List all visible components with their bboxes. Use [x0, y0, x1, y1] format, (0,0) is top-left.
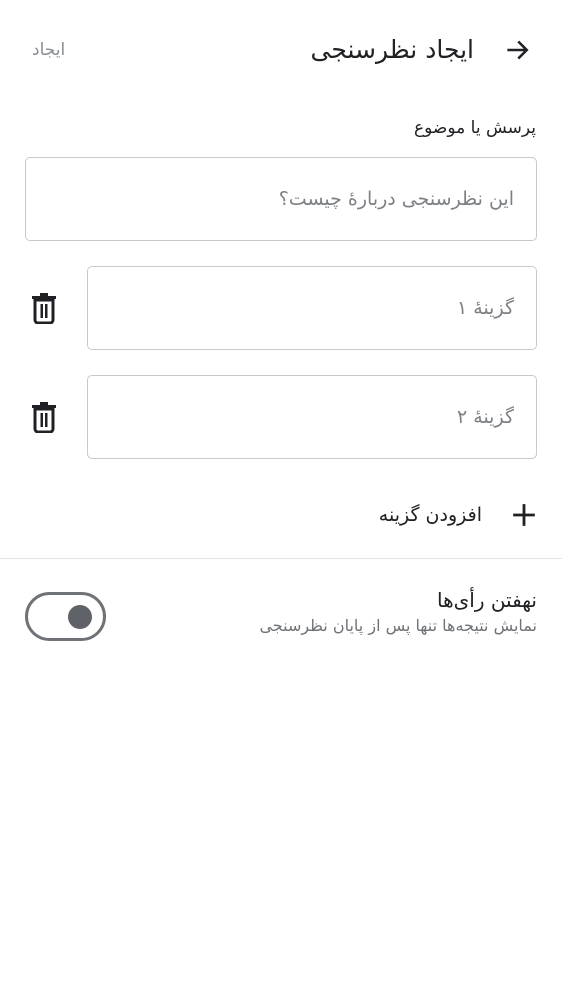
hide-votes-setting: نهفتن رأی‌ها نمایش نتیجه‌ها تنها پس از پ…	[259, 586, 537, 638]
toggle-knob	[68, 604, 92, 629]
option-2-input[interactable]	[87, 375, 537, 459]
app-bar: ایجاد نظرسنجی ایجاد	[0, 0, 562, 100]
hide-votes-title: نهفتن رأی‌ها	[436, 588, 537, 612]
hide-votes-toggle[interactable]	[25, 592, 106, 641]
delete-option-1-button[interactable]	[26, 290, 62, 326]
arrow-right-icon	[507, 40, 529, 60]
delete-option-2-button[interactable]	[26, 399, 62, 435]
question-input[interactable]	[25, 157, 537, 241]
option-1-input[interactable]	[87, 266, 537, 350]
hide-votes-subtitle: نمایش نتیجه‌ها تنها پس از پایان نظرسنجی	[259, 616, 537, 635]
create-button[interactable]: ایجاد	[24, 32, 73, 68]
trash-icon	[32, 293, 56, 324]
question-label: پرسش یا موضوع	[414, 118, 536, 138]
back-button[interactable]	[500, 32, 536, 68]
page-title: ایجاد نظرسنجی	[310, 35, 474, 64]
add-option-label: افزودن گزینه	[378, 504, 482, 526]
trash-icon	[32, 402, 56, 433]
add-option-button[interactable]: افزودن گزینه	[379, 490, 542, 540]
plus-icon	[506, 497, 542, 533]
divider	[0, 558, 562, 559]
